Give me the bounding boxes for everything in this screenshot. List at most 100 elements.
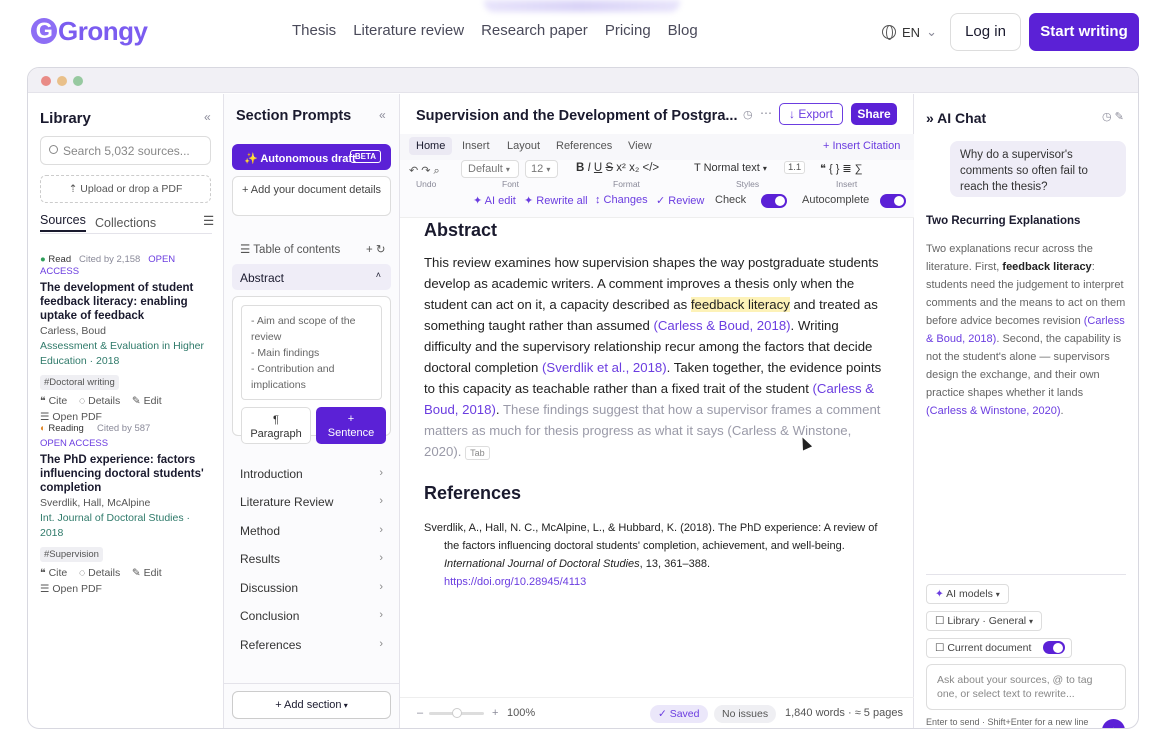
autocomplete-toggle[interactable] bbox=[880, 194, 906, 208]
font-size-select[interactable]: 12 ▾ bbox=[525, 160, 558, 178]
chat-input[interactable]: Ask about your sources, @ to tag one, or… bbox=[926, 664, 1126, 710]
add-section-button[interactable]: + Add section ▾ bbox=[232, 691, 391, 719]
undo-redo-find-icons[interactable]: ↶ ↷ ⌕ bbox=[409, 164, 440, 178]
autonomous-draft-button[interactable]: ✨ Autonomous draft BETA bbox=[232, 144, 391, 170]
tab-layout[interactable]: Layout bbox=[507, 140, 540, 152]
tab-sources[interactable]: Sources bbox=[40, 213, 86, 232]
nav-pricing[interactable]: Pricing bbox=[605, 22, 651, 39]
ai-edit-button[interactable]: ✦ AI edit bbox=[473, 194, 516, 207]
upload-pdf-dropzone[interactable]: ⇡ Upload or drop a PDF bbox=[40, 175, 211, 203]
nav-blog[interactable]: Blog bbox=[668, 22, 698, 39]
zoom-slider-thumb[interactable] bbox=[452, 708, 462, 718]
upload-icon: ⇡ bbox=[68, 183, 81, 195]
open-pdf-button[interactable]: Open PDF bbox=[52, 583, 102, 595]
edit-button[interactable]: Edit bbox=[144, 395, 162, 407]
references-heading: References bbox=[424, 483, 522, 503]
cite-button[interactable]: Cite bbox=[49, 567, 68, 579]
review-button[interactable]: ✓ Review bbox=[656, 194, 704, 207]
nav-thesis[interactable]: Thesis bbox=[292, 22, 336, 39]
nav-research-paper[interactable]: Research paper bbox=[481, 22, 588, 39]
generate-sentence-button[interactable]: + Sentence bbox=[316, 407, 386, 444]
history-icon[interactable]: ◷ bbox=[743, 108, 753, 121]
section-item-results[interactable]: Results › bbox=[240, 552, 383, 566]
source-status: Reading bbox=[48, 423, 84, 434]
more-icon[interactable]: ⋯ bbox=[760, 106, 772, 120]
start-writing-button[interactable]: Start writing bbox=[1029, 13, 1139, 51]
format-buttons[interactable]: B I U S x² x₂ </> bbox=[576, 162, 659, 174]
document-title[interactable]: Supervision and the Development of Postg… bbox=[416, 108, 737, 124]
source-title[interactable]: The PhD experience: factors influencing … bbox=[40, 453, 212, 495]
edit-button[interactable]: Edit bbox=[144, 567, 162, 579]
history-edit-icons[interactable]: ◷ ✎ bbox=[1102, 110, 1124, 123]
insert-icons[interactable]: ❝ { } ≣ ∑ bbox=[820, 162, 863, 175]
login-button[interactable]: Log in bbox=[950, 13, 1021, 51]
add-document-details-button[interactable]: + Add your document details bbox=[232, 176, 391, 216]
tab-view[interactable]: View bbox=[628, 140, 652, 152]
zoom-in-icon[interactable]: + bbox=[492, 707, 498, 719]
line-spacing-input[interactable]: 1.1 bbox=[784, 161, 806, 174]
source-card[interactable]: ◐ Reading Cited by 587 OPEN ACCESS The P… bbox=[40, 423, 212, 595]
share-button[interactable]: Share bbox=[851, 103, 897, 125]
minimize-dot-icon[interactable] bbox=[57, 76, 67, 86]
source-title[interactable]: The development of student feedback lite… bbox=[40, 281, 212, 323]
library-collapse-icon[interactable]: « bbox=[204, 110, 211, 124]
insert-citation-button[interactable]: + Insert Citation bbox=[823, 140, 900, 152]
tab-references[interactable]: References bbox=[556, 140, 612, 152]
section-item-introduction[interactable]: Introduction › bbox=[240, 467, 383, 481]
highlighted-term[interactable]: feedback literacy bbox=[690, 297, 790, 312]
current-document-switch[interactable] bbox=[1043, 641, 1065, 654]
reference-entry[interactable]: Sverdlik, A., Hall, N. C., McAlpine, L.,… bbox=[424, 519, 884, 591]
sections-collapse-icon[interactable]: « bbox=[379, 108, 386, 122]
maximize-dot-icon[interactable] bbox=[73, 76, 83, 86]
export-button[interactable]: ↓ Export bbox=[779, 103, 843, 125]
answer-citation[interactable]: (Carless & Winstone, 2020) bbox=[926, 405, 1061, 417]
source-tag[interactable]: #Doctoral writing bbox=[40, 375, 119, 390]
chevron-right-icon: › bbox=[379, 495, 383, 507]
section-item-conclusion[interactable]: Conclusion › bbox=[240, 609, 383, 623]
tab-insert[interactable]: Insert bbox=[462, 140, 490, 152]
source-card[interactable]: ● Read Cited by 2,158 OPEN ACCESS The de… bbox=[40, 254, 212, 423]
section-item-discussion[interactable]: Discussion › bbox=[240, 581, 383, 595]
zoom-slider[interactable] bbox=[429, 708, 484, 718]
section-item-abstract[interactable]: Abstract ˄ bbox=[232, 264, 391, 290]
cite-icon: ❝ bbox=[40, 395, 49, 407]
reference-doi-link[interactable]: https://doi.org/10.28945/4113 bbox=[444, 576, 586, 588]
library-scope-select[interactable]: ☐ Library · General ▾ bbox=[926, 611, 1043, 631]
inline-citation[interactable]: (Sverdlik et al., 2018) bbox=[542, 360, 667, 375]
library-search-input[interactable]: Search 5,032 sources... bbox=[40, 136, 211, 165]
logo[interactable]: G Grongy bbox=[31, 14, 148, 48]
open-pdf-button[interactable]: Open PDF bbox=[52, 411, 102, 423]
outline-textarea[interactable]: - Aim and scope of the review - Main fin… bbox=[241, 305, 382, 400]
check-toggle[interactable] bbox=[761, 194, 787, 208]
current-document-toggle[interactable]: ☐ Current document bbox=[926, 638, 1072, 658]
send-button[interactable]: ↑ bbox=[1102, 719, 1125, 728]
changes-button[interactable]: ↕ Changes bbox=[595, 194, 648, 206]
answer-title: Two Recurring Explanations bbox=[926, 215, 1081, 227]
ai-models-select[interactable]: ✦ AI models ▾ bbox=[926, 584, 1009, 604]
tab-collections[interactable]: Collections bbox=[95, 216, 156, 230]
document-body[interactable]: Abstract This review examines how superv… bbox=[424, 220, 884, 591]
section-item-literature-review[interactable]: Literature Review › bbox=[240, 495, 383, 509]
list-menu-icon[interactable]: ☰ bbox=[203, 213, 214, 228]
current-document-label: Current document bbox=[947, 642, 1032, 654]
cite-button[interactable]: Cite bbox=[49, 395, 68, 407]
rewrite-all-button[interactable]: ✦ Rewrite all bbox=[524, 194, 588, 207]
generate-paragraph-button[interactable]: ¶ Paragraph bbox=[241, 407, 311, 444]
details-button[interactable]: Details bbox=[88, 567, 120, 579]
nav-literature-review[interactable]: Literature review bbox=[353, 22, 464, 39]
section-label: Discussion bbox=[240, 581, 299, 595]
language-selector[interactable]: EN ⌄ bbox=[882, 24, 937, 40]
section-item-method[interactable]: Method › bbox=[240, 524, 383, 538]
style-select[interactable]: T Normal text ▾ bbox=[694, 162, 767, 174]
font-select[interactable]: Default ▾ bbox=[461, 160, 519, 178]
section-item-references[interactable]: References › bbox=[240, 638, 383, 652]
details-button[interactable]: Details bbox=[88, 395, 120, 407]
close-dot-icon[interactable] bbox=[41, 76, 51, 86]
tab-home[interactable]: Home bbox=[409, 137, 453, 155]
source-tag[interactable]: #Supervision bbox=[40, 547, 103, 562]
inline-citation[interactable]: (Carless & Boud, 2018) bbox=[653, 318, 790, 333]
abstract-paragraph[interactable]: This review examines how supervision sha… bbox=[424, 252, 884, 462]
issues-badge[interactable]: No issues bbox=[714, 705, 777, 723]
abstract-outline: - Aim and scope of the review - Main fin… bbox=[232, 296, 391, 444]
zoom-out-icon[interactable]: – bbox=[417, 707, 423, 719]
